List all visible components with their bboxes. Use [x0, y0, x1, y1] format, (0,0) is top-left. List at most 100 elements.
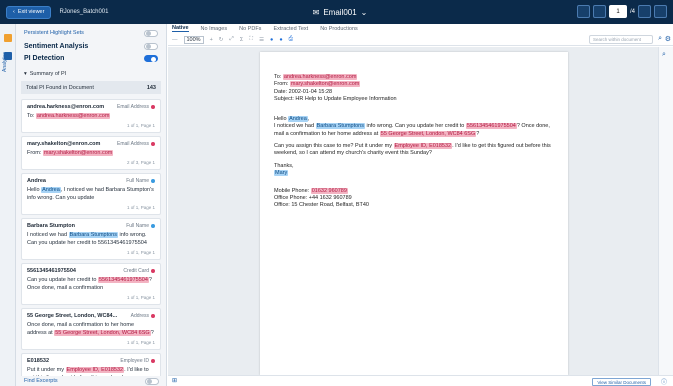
pi-type-dot-icon — [151, 178, 155, 183]
page-navigation: 1 /4 — [576, 5, 667, 18]
pi-card-footer: 1 of 1, Page 1 — [126, 122, 155, 128]
mobile-label: Mobile Phone: — [274, 187, 311, 194]
pi-card-footer: 1 of 1, Page 1 — [126, 204, 155, 210]
excerpt-pre: Put it under my — [27, 366, 66, 373]
exit-viewer-button[interactable]: ‹ Exit viewer — [6, 5, 52, 19]
pi-card-excerpt: I noticed we had Barbara Stumptons info … — [27, 231, 155, 248]
excerpt-pre: Can you update her credit to — [27, 276, 98, 283]
find-excerpts-toggle[interactable] — [145, 377, 159, 385]
expand-icon[interactable]: ⛶ — [249, 36, 253, 43]
pi-name-mary[interactable]: Mary — [274, 170, 289, 177]
persistent-highlight-label: Persistent Highlight Sets — [24, 30, 84, 36]
pi-email-from[interactable]: mary.shakelton@enron.com — [289, 81, 361, 88]
thumbnails-icon[interactable]: ⊞ — [172, 377, 177, 384]
pi-card-footer: 1 of 1, Page 1 — [126, 294, 155, 300]
pi-card-value: andrea.harkness@enron.com — [27, 104, 105, 110]
viewer-toolbar: — 100% + ↻ ⤢ Σ ⛶ ☰ ● ● ⎙ Search within d… — [168, 34, 673, 46]
excerpt-highlight[interactable]: Employee ID, E018532 — [65, 366, 125, 373]
pi-card-header: 5561345461975504 Credit Card — [27, 268, 155, 274]
excerpt-post: ? — [150, 329, 154, 336]
pi-card-value: 55 George Street, London, WC84... — [27, 312, 118, 319]
email-subject: Subject: HR Help to Update Employee Info… — [274, 96, 397, 103]
excerpt-highlight[interactable]: 5561345461975504 — [97, 276, 149, 283]
previous-page-button[interactable] — [592, 5, 606, 18]
email-paragraph-2: Can you assign this case to me? Put it u… — [274, 142, 554, 158]
pi-detection-toggle[interactable] — [144, 55, 158, 62]
viewer-tabs: Native No Images No PDFs Extracted Text No P… — [168, 24, 673, 33]
office-phone: Office Phone: +44 1632 960789 — [274, 195, 352, 202]
tab-extracted-text[interactable]: Extracted Text — [273, 26, 308, 32]
document-icon[interactable] — [4, 52, 12, 60]
zoom-level[interactable]: 100% — [183, 35, 204, 44]
pi-card-type: Address — [131, 313, 155, 319]
pi-card-value: mary.shakelton@enron.com — [27, 140, 101, 147]
next-page-button[interactable] — [638, 5, 651, 18]
to-label: To: — [274, 74, 283, 80]
email-icon: ✉ — [312, 7, 320, 17]
tab-no-pdfs[interactable]: No PDFs — [239, 26, 261, 32]
pi-card[interactable]: 5561345461975504 Credit Card Can you updat… — [21, 262, 161, 305]
first-page-button[interactable] — [576, 5, 590, 18]
pi-card-excerpt: From: mary.shakelton@enron.com — [27, 149, 155, 158]
search-input[interactable]: Search within document — [589, 35, 653, 44]
pi-type-label: Email Address — [117, 104, 149, 110]
list-icon[interactable]: ☰ — [259, 37, 264, 43]
pi-card-type: Email Address — [117, 141, 155, 147]
pi-address[interactable]: 55 George Street, London, WC84 6SG — [379, 130, 477, 137]
zoom-out-icon[interactable]: — — [172, 37, 178, 43]
pi-name-andrea[interactable]: Andrea — [288, 115, 308, 122]
left-rail: Analytics — [0, 24, 16, 386]
summary-label: Summary of PI — [29, 70, 67, 77]
sentiment-toggle[interactable] — [144, 42, 158, 50]
search-icon[interactable]: ⌕ — [662, 51, 666, 59]
info-icon[interactable]: ⓘ — [661, 377, 667, 386]
pi-card[interactable]: Barbara Stumpton Full Name I noticed we ha… — [21, 217, 161, 260]
excerpt-highlight[interactable]: mary.shakelton@enron.com — [42, 149, 114, 156]
pi-name-barbara[interactable]: Barbara Stumptons — [315, 123, 365, 130]
print-icon[interactable]: ⎙ — [289, 36, 293, 43]
search-icon[interactable]: ⌕ — [658, 35, 662, 43]
settings-icon[interactable]: ⚙ — [665, 35, 671, 43]
excerpt-highlight[interactable]: Andrea — [41, 186, 61, 193]
last-page-button[interactable] — [654, 5, 667, 18]
pi-card-value: 5561345461975504 — [27, 267, 76, 274]
redact-icon[interactable]: ● — [279, 37, 282, 43]
pi-card[interactable]: mary.shakelton@enron.com Email Address Fro… — [21, 135, 161, 170]
sum-icon[interactable]: Σ — [240, 37, 243, 43]
annotate-icon[interactable]: ● — [270, 37, 273, 43]
pi-card[interactable]: 55 George Street, London, WC84... Address… — [21, 307, 161, 350]
total-pi-row: Total PI Found in Document 143 — [21, 81, 161, 94]
pi-credit-card[interactable]: 5561345461975504 — [465, 123, 517, 130]
pi-type-dot-icon — [151, 313, 155, 318]
excerpt-highlight[interactable]: andrea.harkness@enron.com — [35, 113, 111, 119]
rotate-icon[interactable]: ↻ — [219, 37, 224, 43]
view-similar-documents-button[interactable]: View Similar Documents — [592, 378, 651, 386]
excerpt-highlight[interactable]: 55 George Street, London, WC84 6SG — [54, 329, 151, 336]
highlight-icon[interactable] — [4, 34, 12, 42]
tab-native[interactable]: Native — [172, 25, 189, 32]
pi-card[interactable]: andrea.harkness@enron.com Email Address To… — [21, 99, 161, 133]
pi-type-label: Credit Card — [123, 267, 149, 274]
zoom-in-icon[interactable]: + — [210, 37, 213, 43]
sentiment-label: Sentiment Analysis — [24, 42, 89, 50]
email-greeting: Hello Andrea, I noticed we had Barbara S… — [274, 115, 554, 138]
tab-no-images[interactable]: No Images — [201, 26, 228, 32]
persistent-highlight-toggle[interactable] — [144, 29, 158, 37]
total-pi-label: Total PI Found in Document — [26, 84, 94, 91]
sentiment-row: Sentiment Analysis — [16, 40, 166, 52]
pi-card[interactable]: Andrea Full Name Hello Andrea, I noticed w… — [21, 172, 161, 215]
pi-employee-id[interactable]: Employee ID, E018532 — [393, 142, 453, 149]
document-page: To: andrea.harkness@enron.com From: mary… — [260, 52, 568, 375]
excerpt-highlight[interactable]: Barbara Stumptons — [68, 231, 118, 238]
pi-email-to[interactable]: andrea.harkness@enron.com — [282, 74, 358, 80]
summary-row[interactable]: ▾ Summary of PI — [16, 67, 166, 80]
pi-card-footer: 2 of 3, Page 1 — [126, 159, 155, 165]
pi-type-label: Full Name — [126, 222, 149, 229]
document-canvas: To: andrea.harkness@enron.com From: mary… — [168, 47, 658, 375]
p1-text-b: info wrong. Can you update her credit to — [364, 123, 466, 130]
tab-no-productions[interactable]: No Productions — [320, 26, 358, 32]
fit-icon[interactable]: ⤢ — [229, 36, 233, 43]
document-title-dropdown[interactable]: ✉ Email001 ⌄ — [270, 0, 410, 24]
page-number-input[interactable]: 1 — [608, 5, 627, 18]
pi-mobile-phone[interactable]: 01632 960789 — [310, 187, 348, 194]
